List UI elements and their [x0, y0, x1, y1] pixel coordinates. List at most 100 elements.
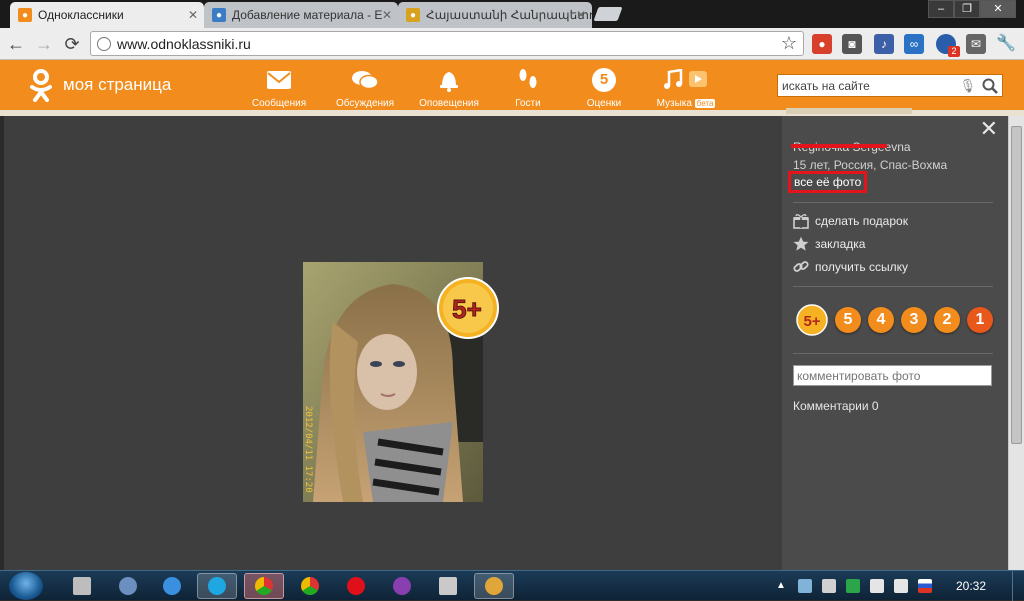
reload-button[interactable]: ⟳ — [60, 32, 84, 56]
network-icon[interactable] — [798, 579, 812, 593]
rate-4-button[interactable]: 4 — [868, 307, 894, 333]
taskbar-app-skype[interactable] — [197, 573, 237, 599]
volume-icon[interactable] — [822, 579, 836, 593]
taskbar-app-chrome[interactable] — [290, 573, 330, 599]
taskbar-app-folder[interactable] — [428, 573, 468, 599]
ok-logo-icon[interactable] — [28, 68, 54, 102]
rating-five-icon: 5 — [566, 66, 642, 94]
nav-guests[interactable]: Гости — [490, 66, 566, 109]
action-label: закладка — [815, 237, 866, 251]
back-button[interactable]: ← — [4, 32, 28, 56]
music-note-icon — [648, 66, 724, 94]
my-page-link[interactable]: моя страница — [63, 75, 171, 95]
tab-armenia[interactable]: ● Հայաստանի Հանրապետու ✕ — [398, 2, 592, 28]
close-tab-icon[interactable]: ✕ — [382, 8, 392, 22]
tab-odnoklassniki[interactable]: ● Одноклассники ✕ — [10, 2, 204, 28]
scrollbar-thumb[interactable] — [1011, 126, 1022, 444]
close-viewer-icon[interactable]: ✕ — [980, 116, 998, 142]
new-tab-button[interactable] — [593, 7, 623, 21]
page-scrollbar[interactable] — [1008, 116, 1024, 570]
comments-count[interactable]: Комментарии 0 — [793, 399, 879, 413]
voice-extension-icon[interactable]: ♪ — [874, 34, 894, 54]
globe-icon — [97, 37, 111, 51]
photo-viewer: 2012/04/11 17:20 5+ — [4, 116, 782, 570]
nav-discussions[interactable]: Обсуждения — [327, 66, 403, 109]
taskbar-app-chrome-active[interactable] — [244, 573, 284, 599]
nav-messages[interactable]: Сообщения — [241, 66, 317, 109]
nav-notifications[interactable]: Оповещения — [411, 66, 487, 109]
owner-info: 15 лет, Россия, Спас-Вохма — [793, 158, 948, 172]
photo-timestamp: 2012/04/11 17:20 — [303, 406, 313, 493]
app-icon — [485, 577, 503, 595]
nav-label: Сообщения — [251, 98, 307, 109]
microphone-extension-icon[interactable]: ● — [812, 34, 832, 54]
rating-digit: 5 — [592, 68, 616, 92]
tab-title: Одноклассники — [38, 8, 124, 22]
five-plus-text: 5+ — [452, 294, 482, 324]
opera-icon — [347, 577, 365, 595]
envelope-icon — [241, 66, 317, 94]
mail-extension-icon[interactable]: ✉ — [966, 34, 986, 54]
taskbar-app-misc[interactable] — [474, 573, 514, 599]
close-window-button[interactable]: ✕ — [980, 0, 1016, 18]
taskbar-app-bug[interactable] — [382, 573, 422, 599]
forward-button[interactable]: → — [32, 32, 56, 56]
beta-badge: бета — [694, 99, 716, 108]
chrome-icon — [255, 577, 273, 595]
language-flag-icon[interactable] — [918, 579, 932, 593]
close-tab-icon[interactable]: ✕ — [576, 8, 586, 22]
camera-extension-icon[interactable]: ◙ — [842, 34, 862, 54]
windows-taskbar: ▲ 20:32 — [0, 570, 1024, 601]
taskbar-app-opera[interactable] — [336, 573, 376, 599]
link-extension-icon[interactable]: ∞ — [904, 34, 924, 54]
microphone-icon[interactable]: 🎙 — [959, 78, 976, 94]
start-button[interactable] — [9, 572, 43, 600]
notifications-extension-icon[interactable]: 2 — [936, 34, 960, 57]
address-bar[interactable]: www.odnoklassniki.ru ☆ — [90, 31, 804, 56]
rate-3-button[interactable]: 3 — [901, 307, 927, 333]
comment-photo-input[interactable] — [793, 365, 992, 386]
tools-icon — [119, 577, 137, 595]
rate-2-button[interactable]: 2 — [934, 307, 960, 333]
security-icon[interactable] — [846, 579, 860, 593]
taskbar-app-tools[interactable] — [108, 573, 148, 599]
nav-ratings[interactable]: 5 Оценки — [566, 66, 642, 109]
wrench-menu-icon[interactable]: 🔧 — [996, 34, 1016, 54]
taskbar-app-blank[interactable] — [62, 573, 102, 599]
search-placeholder: искать на сайте — [782, 79, 870, 93]
nav-label: Оценки — [586, 98, 622, 109]
bookmark-star-icon[interactable]: ☆ — [781, 33, 797, 54]
site-search-input[interactable]: искать на сайте 🎙 — [777, 74, 1003, 97]
close-tab-icon[interactable]: ✕ — [188, 8, 198, 22]
photo-side-panel: ✕ Reginочка Sergeevna 15 лет, Россия, Сп… — [782, 116, 1008, 570]
action-label: сделать подарок — [815, 214, 908, 228]
rate-five-plus-button[interactable]: 5+ — [795, 304, 829, 336]
taskbar-clock[interactable]: 20:32 — [956, 579, 986, 593]
nav-music[interactable]: Музыка бета — [648, 66, 724, 109]
get-link-action[interactable]: получить ссылку — [793, 258, 908, 276]
tray-expand-icon[interactable]: ▲ — [776, 579, 790, 593]
rate-5-button[interactable]: 5 — [835, 307, 861, 333]
speech-bubbles-icon — [327, 66, 403, 94]
redaction-strike — [791, 144, 887, 148]
star-icon — [793, 236, 809, 251]
tab-add-material[interactable]: ● Добавление материала - Е ✕ — [204, 2, 398, 28]
folder-icon — [439, 577, 457, 595]
maximize-button[interactable]: ❐ — [954, 0, 980, 18]
browser-toolbar: ← → ⟳ www.odnoklassniki.ru ☆ ● ◙ ♪ ∞ 2 ✉… — [0, 28, 1024, 60]
search-icon[interactable] — [982, 78, 998, 94]
window-icon — [73, 577, 91, 595]
rate-1-button[interactable]: 1 — [967, 307, 993, 333]
five-plus-badge-icon: 5+ — [437, 277, 499, 339]
device-icon[interactable] — [870, 579, 884, 593]
bug-icon — [393, 577, 411, 595]
show-desktop-button[interactable] — [1012, 571, 1024, 601]
nav-label: Оповещения — [419, 98, 479, 109]
minimize-button[interactable]: – — [928, 0, 954, 18]
make-gift-action[interactable]: сделать подарок — [793, 212, 908, 230]
all-photos-link[interactable]: все её фото — [788, 171, 868, 193]
bookmark-action[interactable]: закладка — [793, 235, 865, 253]
taskbar-app-ie[interactable] — [152, 573, 192, 599]
clipboard-icon[interactable] — [894, 579, 908, 593]
gift-icon — [793, 214, 809, 229]
